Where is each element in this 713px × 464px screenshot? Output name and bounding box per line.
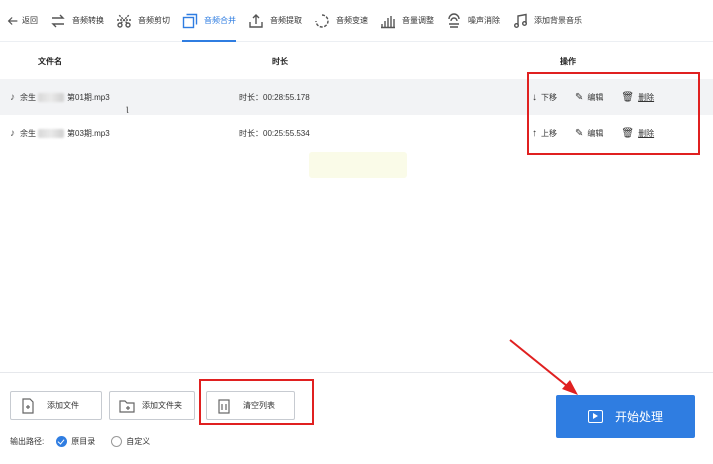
red-arrow-annotation: [509, 339, 578, 395]
